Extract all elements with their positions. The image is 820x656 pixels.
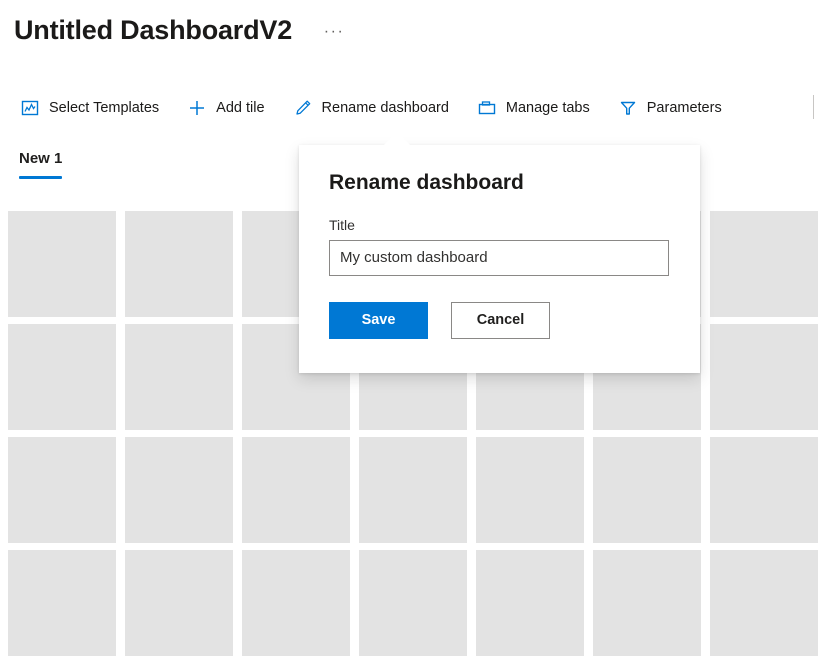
tab-folder-icon [477,98,497,118]
chart-template-icon [20,98,40,118]
dialog-actions: Save Cancel [329,301,670,339]
dashboard-tile-placeholder[interactable] [710,324,818,430]
dashboard-tile-placeholder[interactable] [593,437,701,543]
dashboard-tile-placeholder[interactable] [242,437,350,543]
dashboard-tile-placeholder[interactable] [242,550,350,656]
more-options-button[interactable]: ··· [320,18,348,46]
rename-dashboard-dialog: Rename dashboard Title Save Cancel [299,145,700,373]
dashboard-tile-placeholder[interactable] [125,324,233,430]
plus-icon [187,98,207,118]
dashboard-tile-placeholder[interactable] [476,437,584,543]
dashboard-tile-placeholder[interactable] [593,550,701,656]
manage-tabs-button[interactable]: Manage tabs [467,88,602,128]
save-button[interactable]: Save [329,301,428,339]
parameters-button[interactable]: Parameters [608,88,734,128]
dashboard-tile-placeholder[interactable] [476,550,584,656]
filter-funnel-icon [618,98,638,118]
dashboard-tile-placeholder[interactable] [710,550,818,656]
callout-beak [383,131,411,146]
rename-dashboard-label: Rename dashboard [321,99,449,116]
dashboard-tile-placeholder[interactable] [8,550,116,656]
dashboard-tile-placeholder[interactable] [125,550,233,656]
dashboard-tile-placeholder[interactable] [359,437,467,543]
dashboard-tile-placeholder[interactable] [710,211,818,317]
cancel-button[interactable]: Cancel [451,301,550,339]
select-templates-label: Select Templates [49,99,160,116]
dialog-heading: Rename dashboard [329,171,524,194]
title-field-label: Title [329,217,355,234]
dashboard-tile-placeholder[interactable] [710,437,818,543]
pencil-icon [293,98,313,118]
tab-label: New 1 [19,150,63,167]
manage-tabs-label: Manage tabs [505,99,590,116]
dashboard-tile-placeholder[interactable] [8,324,116,430]
ellipsis-icon: ··· [323,23,345,40]
rename-dashboard-button[interactable]: Rename dashboard [283,88,461,128]
tab-selected-indicator [19,176,63,179]
app-header: Untitled DashboardV2 ··· [0,0,820,60]
dashboard-tile-placeholder[interactable] [8,211,116,317]
dashboard-tile-placeholder[interactable] [125,437,233,543]
parameters-label: Parameters [646,99,722,116]
page-title: Untitled DashboardV2 [14,14,293,45]
command-bar: Select Templates Add tile Rename dashboa… [0,86,820,130]
add-tile-button[interactable]: Add tile [177,88,276,128]
dashboard-tile-placeholder[interactable] [8,437,116,543]
dashboard-tile-placeholder[interactable] [125,211,233,317]
add-tile-label: Add tile [216,99,265,116]
select-templates-button[interactable]: Select Templates [10,88,171,128]
dashboard-tile-placeholder[interactable] [359,550,467,656]
command-bar-divider [813,95,814,119]
title-input[interactable] [329,239,669,276]
tab-new-1[interactable]: New 1 [19,150,63,179]
